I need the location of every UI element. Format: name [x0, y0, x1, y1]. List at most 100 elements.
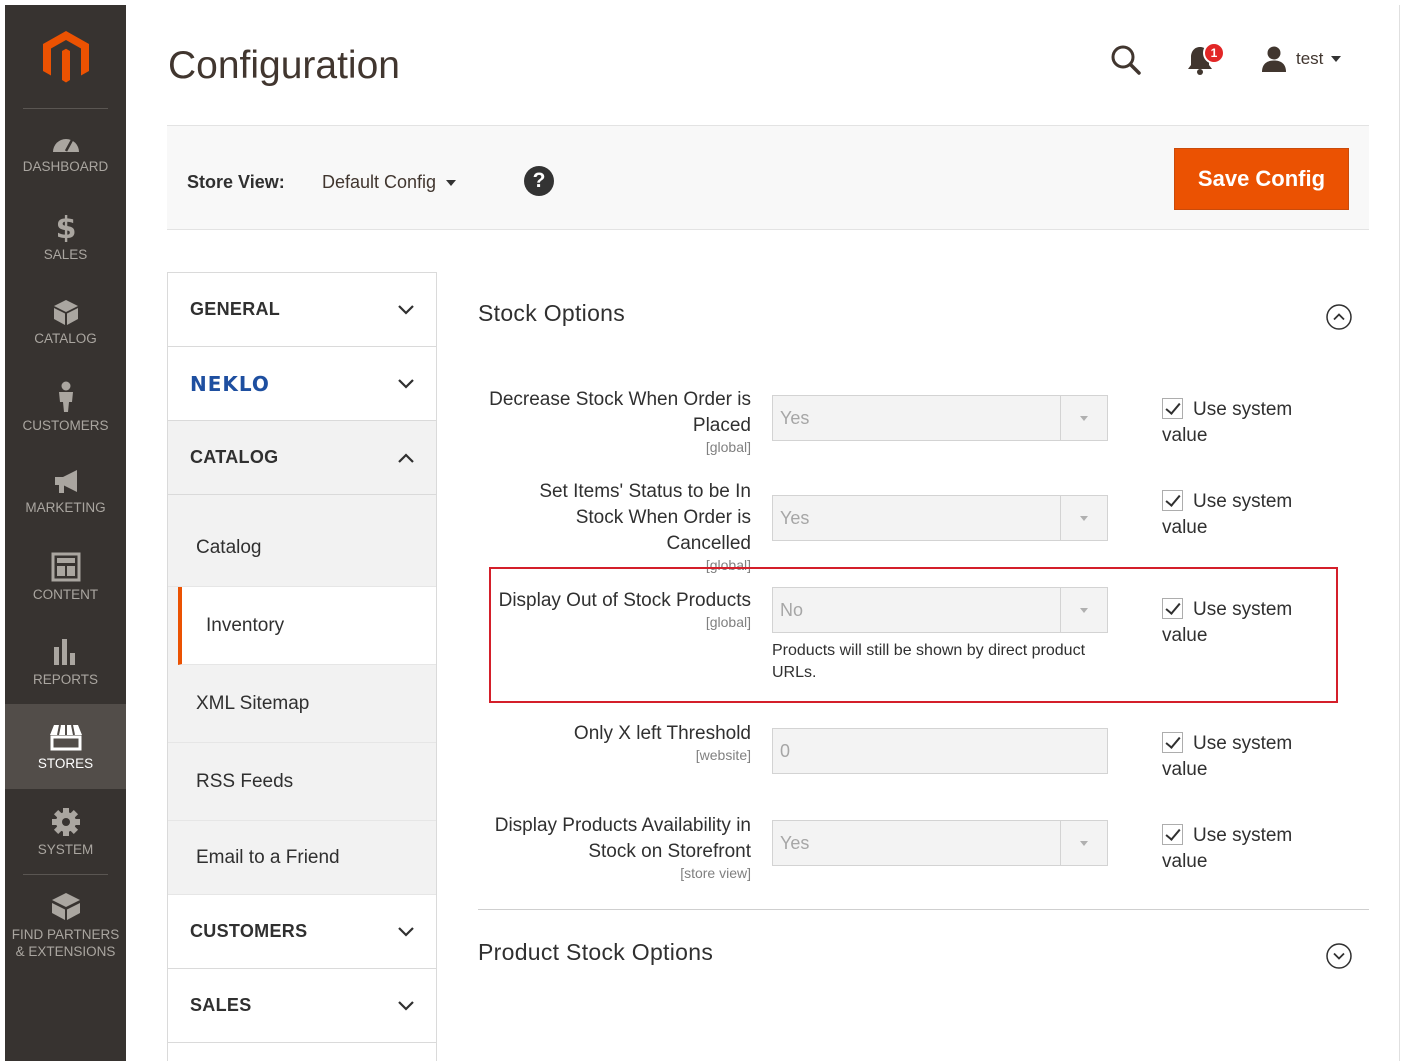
help-icon[interactable]: ?: [524, 166, 554, 196]
chevron-down-icon: [398, 1000, 414, 1011]
tab-item-inventory[interactable]: Inventory: [178, 587, 436, 665]
catalog-tab-items: Catalog Inventory XML Sitemap RSS Feeds …: [168, 495, 436, 895]
display-availability-select[interactable]: Yes: [772, 820, 1108, 866]
svg-text:$: $: [55, 212, 76, 242]
use-system-checkbox[interactable]: [1162, 824, 1183, 845]
scope-label: [website]: [695, 747, 751, 763]
scope-label: [global]: [705, 614, 751, 630]
tab-item-rss-feeds[interactable]: RSS Feeds: [168, 743, 436, 821]
page-title: Configuration: [168, 44, 400, 87]
display-out-of-stock-select[interactable]: No: [772, 587, 1108, 633]
nav-find-partners-label: FIND PARTNERS: [11, 926, 120, 942]
scope-label: [global]: [705, 557, 751, 573]
only-x-left-input[interactable]: 0: [772, 728, 1108, 774]
caret-down-icon: [1080, 607, 1088, 613]
nav-catalog[interactable]: CATALOG: [5, 279, 126, 364]
scope-label: [global]: [705, 439, 751, 455]
tab-customers[interactable]: CUSTOMERS: [168, 895, 436, 969]
tab-catalog-label: CATALOG: [190, 447, 279, 467]
set-items-status-select[interactable]: Yes: [772, 495, 1108, 541]
input-value: 0: [780, 740, 791, 761]
nav-stores-label: STORES: [37, 755, 94, 771]
use-system-checkbox[interactable]: [1162, 490, 1183, 511]
use-system-checkbox[interactable]: [1162, 732, 1183, 753]
extensions-icon: [51, 892, 80, 920]
nav-content-label: CONTENT: [32, 586, 99, 602]
dollar-icon: $: [55, 212, 76, 242]
global-search-button[interactable]: [1110, 44, 1142, 81]
nav-marketing[interactable]: MARKETING: [5, 449, 126, 534]
tab-sales[interactable]: SALES: [168, 969, 436, 1043]
store-view-switcher[interactable]: Default Config: [322, 172, 457, 193]
use-system-checkbox[interactable]: [1162, 398, 1183, 419]
use-system-value-only-x-left[interactable]: Use system value: [1162, 731, 1322, 783]
layout-icon: [51, 552, 80, 581]
caret-down-icon: [446, 179, 457, 186]
nav-content[interactable]: CONTENT: [5, 534, 126, 619]
tab-general[interactable]: GENERAL: [168, 273, 436, 347]
field-label-text: Display Products Availability in Stock o…: [494, 815, 751, 862]
chevron-down-icon: [398, 378, 414, 389]
field-label-text: Decrease Stock When Order is Placed: [489, 389, 751, 436]
use-system-value-display-availability[interactable]: Use system value: [1162, 823, 1322, 875]
magento-logo-icon: [42, 30, 89, 82]
save-config-button[interactable]: Save Config: [1174, 148, 1349, 210]
user-name: test: [1296, 49, 1324, 68]
tab-customers-label: CUSTOMERS: [190, 921, 308, 941]
nav-sales[interactable]: $ SALES: [5, 194, 126, 279]
use-system-value-set-items-status[interactable]: Use system value: [1162, 489, 1322, 541]
tab-item-catalog[interactable]: Catalog: [168, 495, 436, 587]
store-view-bar: Store View: Default Config ? Save Config: [167, 125, 1369, 230]
field-label-text: Display Out of Stock Products: [498, 590, 751, 611]
admin-sidebar: DASHBOARD $ SALES CATALOG CUSTOMERS MARK…: [5, 5, 126, 1061]
field-label-only-x-left: Only X left Threshold [website]: [489, 721, 751, 763]
tab-catalog[interactable]: CATALOG: [168, 421, 436, 495]
section-collapse-button[interactable]: [1325, 303, 1353, 336]
select-value: Yes: [780, 407, 810, 428]
section-title-stock-options[interactable]: Stock Options: [478, 300, 625, 327]
nav-catalog-label: CATALOG: [34, 330, 97, 346]
nav-dashboard-label: DASHBOARD: [22, 158, 109, 174]
magento-logo[interactable]: [23, 5, 108, 109]
user-icon: [1262, 46, 1286, 72]
chevron-down-circle-icon: [1326, 943, 1352, 969]
nav-customers[interactable]: CUSTOMERS: [5, 364, 126, 449]
notification-count-badge: 1: [1203, 42, 1225, 64]
nav-dashboard[interactable]: DASHBOARD: [5, 109, 126, 194]
box-icon: [53, 299, 78, 325]
select-value: Yes: [780, 832, 810, 853]
notifications-button[interactable]: 1: [1186, 42, 1225, 81]
chevron-down-icon: [1331, 56, 1342, 62]
tab-item-email-to-a-friend[interactable]: Email to a Friend: [168, 821, 436, 895]
scope-label: [store view]: [680, 865, 751, 881]
store-view-value: Default Config: [322, 172, 437, 192]
section-expand-button[interactable]: [1325, 942, 1353, 975]
select-arrow: [1060, 821, 1107, 865]
field-label-display-availability: Display Products Availability in Stock o…: [489, 813, 751, 881]
section-title-product-stock-options[interactable]: Product Stock Options: [478, 939, 713, 966]
nav-reports[interactable]: REPORTS: [5, 619, 126, 704]
user-menu[interactable]: test: [1260, 45, 1342, 73]
use-system-checkbox[interactable]: [1162, 598, 1183, 619]
use-system-value-decrease-stock[interactable]: Use system value: [1162, 397, 1322, 449]
nav-stores[interactable]: STORES: [5, 704, 126, 789]
nav-system[interactable]: SYSTEM: [5, 789, 126, 874]
tab-sales-label: SALES: [190, 995, 252, 1015]
use-system-value-display-out-of-stock[interactable]: Use system value: [1162, 597, 1322, 649]
nav-find-partners[interactable]: FIND PARTNERS & EXTENSIONS: [5, 875, 126, 975]
field-label-set-items-status: Set Items' Status to be In Stock When Or…: [489, 479, 751, 573]
person-icon: [58, 381, 73, 412]
tab-general-label: GENERAL: [190, 299, 281, 319]
chevron-up-circle-icon: [1326, 304, 1352, 330]
tab-neklo[interactable]: NEKLO: [168, 347, 436, 421]
nav-system-label: SYSTEM: [37, 841, 94, 857]
select-arrow: [1060, 496, 1107, 540]
store-icon: [49, 724, 82, 750]
store-view-label: Store View:: [187, 172, 285, 192]
nav-marketing-label: MARKETING: [25, 499, 106, 515]
page: DASHBOARD $ SALES CATALOG CUSTOMERS MARK…: [0, 0, 1405, 1061]
decrease-stock-select[interactable]: Yes: [772, 395, 1108, 441]
tab-item-xml-sitemap[interactable]: XML Sitemap: [168, 665, 436, 743]
gear-icon: [51, 807, 80, 836]
chevron-up-icon: [398, 452, 414, 463]
